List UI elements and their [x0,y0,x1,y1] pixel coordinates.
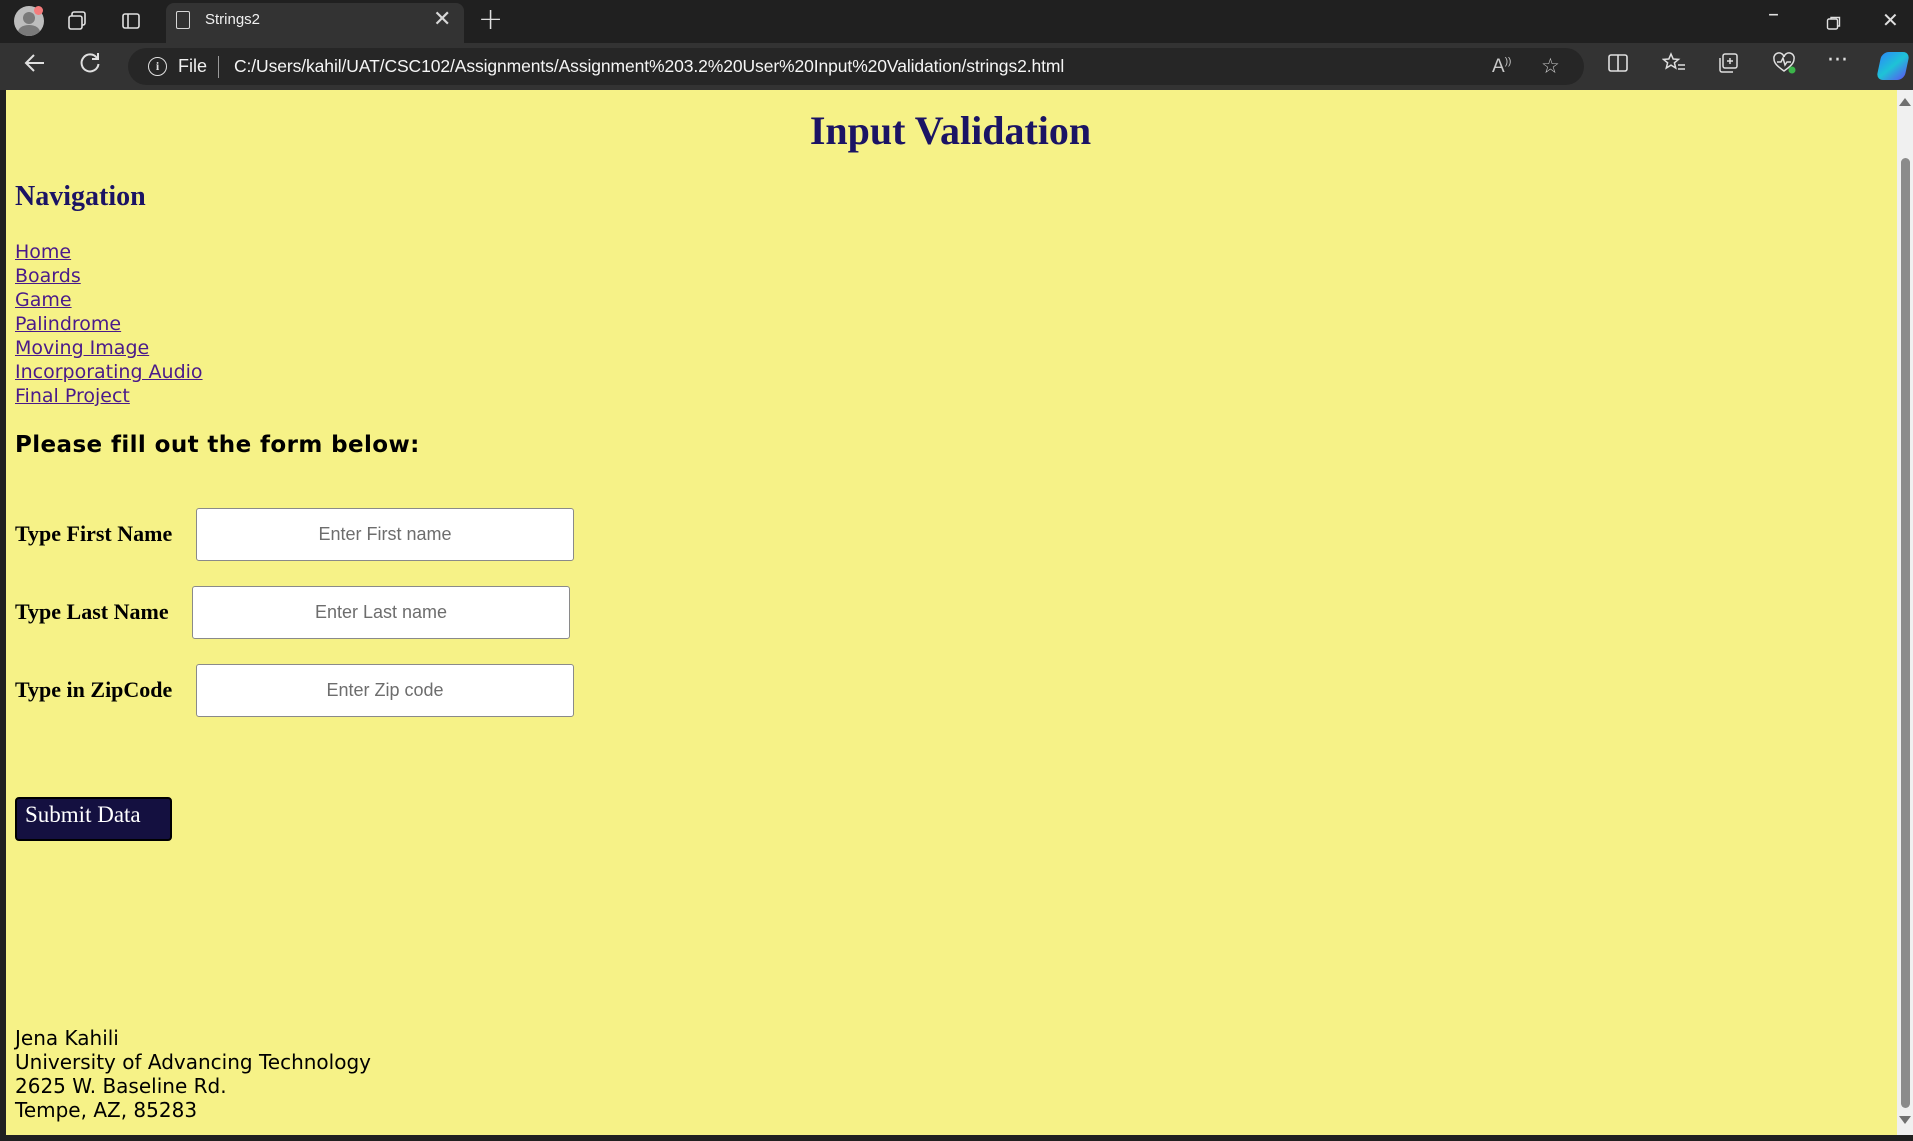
scroll-down-arrow-icon[interactable] [1899,1116,1911,1124]
page-title: Input Validation [809,108,1092,153]
nav-link-final-project[interactable]: Final Project [15,384,203,408]
footer-name: Jena Kahili [15,1026,119,1050]
info-icon[interactable]: i [148,57,167,76]
tab-actions-icon[interactable] [118,8,144,34]
collections-icon[interactable] [1717,52,1739,80]
split-screen-icon[interactable] [1607,52,1629,80]
zip-code-input[interactable] [196,664,574,717]
nav-link-boards[interactable]: Boards [15,264,203,288]
submit-data-button[interactable]: Submit Data [15,797,172,841]
first-name-label: Type First Name [15,521,173,546]
more-icon[interactable]: ··· [1827,48,1848,73]
tab-title: Strings2 [205,11,261,28]
tab-close-icon[interactable]: ✕ [433,7,451,32]
navigation-heading: Navigation [15,181,146,212]
favorites-icon[interactable] [1661,52,1686,80]
first-name-input[interactable] [196,508,574,561]
footer-address: Jena Kahili University of Advancing Tech… [15,1026,371,1122]
zip-code-label: Type in ZipCode [15,677,173,702]
last-name-label: Type Last Name [15,599,169,624]
url-text[interactable]: C:/Users/kahil/UAT/CSC102/Assignments/As… [234,56,1064,77]
footer-street: 2625 W. Baseline Rd. [15,1074,227,1098]
scrollbar-thumb[interactable] [1901,158,1910,1108]
form-intro-text: Please fill out the form below: [15,432,420,458]
browser-essentials-icon[interactable] [1772,52,1796,80]
minimize-icon[interactable]: – [1768,2,1779,27]
navigation-links: Home Boards Game Palindrome Moving Image… [15,240,203,408]
new-tab-button[interactable]: + [478,2,503,37]
workspaces-icon[interactable] [64,8,90,34]
nav-link-incorporating-audio[interactable]: Incorporating Audio [15,360,203,384]
close-icon[interactable]: ✕ [1882,8,1899,32]
page-icon [176,11,190,29]
refresh-icon[interactable] [77,50,103,82]
favorite-star-icon[interactable]: ☆ [1541,54,1560,78]
address-scheme-label: File [178,56,208,76]
footer-city: Tempe, AZ, 85283 [15,1098,198,1122]
nav-link-palindrome[interactable]: Palindrome [15,312,203,336]
nav-link-home[interactable]: Home [15,240,203,264]
nav-link-moving-image[interactable]: Moving Image [15,336,203,360]
back-icon[interactable] [22,50,48,82]
profile-notification-dot [34,6,43,15]
last-name-input[interactable] [192,586,570,639]
scroll-up-arrow-icon[interactable] [1899,98,1911,106]
address-separator [218,56,219,78]
restore-icon[interactable] [1826,12,1842,36]
footer-organization: University of Advancing Technology [15,1050,371,1074]
nav-link-game[interactable]: Game [15,288,203,312]
page-viewport: Input Validation Navigation Home Boards … [6,90,1897,1135]
read-aloud-icon[interactable]: A)) [1492,56,1511,78]
